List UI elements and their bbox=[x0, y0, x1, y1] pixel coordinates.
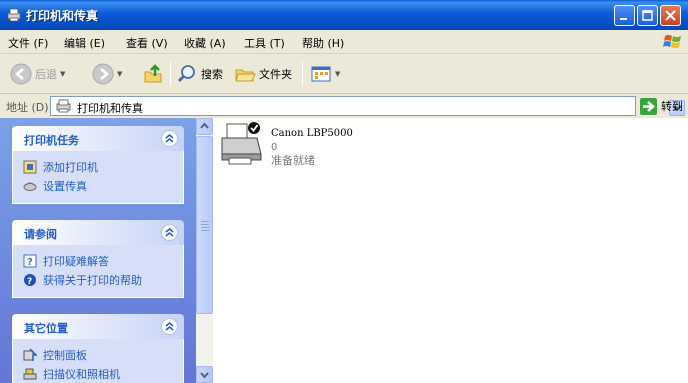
other-places-panel: 其它位置 控制面板 扫描仪和照相机 bbox=[12, 314, 184, 383]
menu-favorites[interactable]: 收藏 (A) bbox=[184, 35, 226, 51]
folders-button[interactable]: 文件夹 bbox=[234, 62, 292, 86]
task-pane-scrollbar[interactable] bbox=[196, 118, 213, 383]
back-dropdown-icon[interactable]: ▼ bbox=[60, 70, 65, 78]
other-places-title: 其它位置 bbox=[24, 322, 68, 335]
address-input[interactable]: 打印机和传真 bbox=[50, 96, 685, 117]
scanner-camera-icon bbox=[23, 368, 37, 379]
minimize-button[interactable] bbox=[614, 5, 635, 26]
place-control-panel[interactable]: 控制面板 bbox=[13, 345, 183, 364]
scroll-thumb[interactable] bbox=[196, 136, 213, 314]
folders-icon bbox=[235, 69, 256, 82]
task-label: 添加打印机 bbox=[43, 160, 98, 174]
forward-button[interactable]: ▼ bbox=[92, 62, 122, 86]
svg-text:?: ? bbox=[27, 257, 33, 268]
address-bar: 地址 (D) 打印机和传真 转到 bbox=[0, 94, 688, 118]
views-icon bbox=[311, 66, 331, 82]
task-label: 设置传真 bbox=[43, 179, 87, 193]
back-label: 后退 bbox=[35, 68, 57, 81]
printer-item[interactable]: Canon LBP5000 0 准备就绪 bbox=[219, 120, 419, 172]
address-label: 地址 (D) bbox=[6, 101, 49, 114]
title-bar[interactable]: 打印机和传真 bbox=[0, 0, 688, 30]
printer-folder-icon bbox=[6, 7, 22, 23]
toolbar-separator bbox=[170, 62, 171, 86]
go-arrow-icon bbox=[640, 97, 657, 115]
search-button[interactable]: 搜索 bbox=[176, 62, 223, 86]
close-button[interactable] bbox=[660, 5, 681, 26]
collapse-icon[interactable] bbox=[161, 318, 178, 335]
help-circle-icon: ? bbox=[24, 273, 36, 287]
printer-tasks-list: 添加打印机 设置传真 bbox=[12, 151, 184, 204]
up-folder-icon bbox=[144, 64, 162, 83]
menu-help[interactable]: 帮助 (H) bbox=[302, 35, 344, 51]
maximize-button[interactable] bbox=[637, 5, 658, 26]
chevron-down-icon bbox=[200, 372, 209, 379]
task-setup-fax[interactable]: 设置传真 bbox=[13, 176, 183, 195]
toolbar-separator bbox=[302, 62, 303, 86]
standard-toolbar: 后退 ▼ ▼ 搜索 文件夹 ▼ bbox=[0, 54, 688, 94]
windows-logo-icon bbox=[662, 32, 684, 52]
search-label: 搜索 bbox=[201, 68, 223, 81]
menu-file[interactable]: 文件 (F) bbox=[8, 35, 48, 51]
collapse-icon[interactable] bbox=[161, 130, 178, 147]
task-add-printer[interactable]: 添加打印机 bbox=[13, 157, 183, 176]
forward-arrow-icon bbox=[92, 63, 114, 85]
scroll-down-button[interactable] bbox=[196, 366, 213, 383]
task-label: 打印疑难解答 bbox=[43, 254, 109, 268]
task-label: 获得关于打印的帮助 bbox=[43, 273, 142, 287]
views-button[interactable]: ▼ bbox=[310, 62, 340, 86]
folders-label: 文件夹 bbox=[259, 68, 292, 81]
go-button[interactable]: 转到 bbox=[640, 96, 683, 116]
printer-tasks-title: 打印机任务 bbox=[24, 134, 79, 147]
task-label: 控制面板 bbox=[43, 348, 87, 362]
other-places-list: 控制面板 扫描仪和照相机 bbox=[12, 339, 184, 383]
printer-icon bbox=[219, 120, 267, 171]
back-arrow-icon bbox=[10, 63, 32, 85]
add-printer-icon bbox=[23, 160, 37, 173]
see-also-panel: 请参阅 ? 打印疑难解答 ? 获得关于打印的帮助 bbox=[12, 220, 184, 298]
search-icon bbox=[177, 65, 195, 83]
see-also-header[interactable]: 请参阅 bbox=[12, 220, 184, 245]
see-also-title: 请参阅 bbox=[24, 228, 57, 241]
chevron-up-icon bbox=[200, 122, 209, 129]
menu-tools[interactable]: 工具 (T) bbox=[244, 35, 285, 51]
see-also-list: ? 打印疑难解答 ? 获得关于打印的帮助 bbox=[12, 245, 184, 298]
printer-status: 准备就绪 bbox=[271, 154, 315, 167]
printer-folder-icon bbox=[55, 98, 73, 117]
other-places-header[interactable]: 其它位置 bbox=[12, 314, 184, 339]
svg-text:?: ? bbox=[27, 277, 32, 287]
place-scanners-cameras[interactable]: 扫描仪和照相机 bbox=[13, 364, 183, 383]
fax-icon bbox=[23, 182, 37, 191]
printer-name: Canon LBP5000 bbox=[271, 128, 353, 139]
views-dropdown-icon[interactable]: ▼ bbox=[335, 70, 340, 78]
collapse-icon[interactable] bbox=[161, 224, 178, 241]
printers-view: Canon LBP5000 0 准备就绪 bbox=[213, 118, 688, 383]
control-panel-icon bbox=[23, 347, 37, 361]
menu-bar: 文件 (F) 编辑 (E) 查看 (V) 收藏 (A) 工具 (T) 帮助 (H… bbox=[0, 30, 688, 54]
help-icon: ? bbox=[23, 254, 37, 268]
address-value: 打印机和传真 bbox=[77, 102, 143, 115]
forward-dropdown-icon[interactable]: ▼ bbox=[117, 70, 122, 78]
printer-tasks-panel: 打印机任务 添加打印机 设置传真 bbox=[12, 126, 184, 204]
go-label: 转到 bbox=[661, 100, 683, 113]
scroll-up-button[interactable] bbox=[196, 118, 213, 135]
task-pane: 打印机任务 添加打印机 设置传真 请参阅 ? 打印疑难解答 ? 获得关于打印的帮… bbox=[0, 118, 196, 383]
printer-tasks-header[interactable]: 打印机任务 bbox=[12, 126, 184, 151]
window-title: 打印机和传真 bbox=[26, 9, 99, 23]
task-label: 扫描仪和照相机 bbox=[43, 367, 120, 381]
menu-edit[interactable]: 编辑 (E) bbox=[64, 35, 105, 51]
back-button[interactable]: 后退 ▼ bbox=[10, 62, 65, 86]
task-troubleshoot[interactable]: ? 打印疑难解答 bbox=[13, 251, 183, 270]
task-print-help[interactable]: ? 获得关于打印的帮助 bbox=[13, 270, 183, 289]
menu-view[interactable]: 查看 (V) bbox=[126, 35, 168, 51]
up-folder-button[interactable] bbox=[142, 62, 164, 86]
